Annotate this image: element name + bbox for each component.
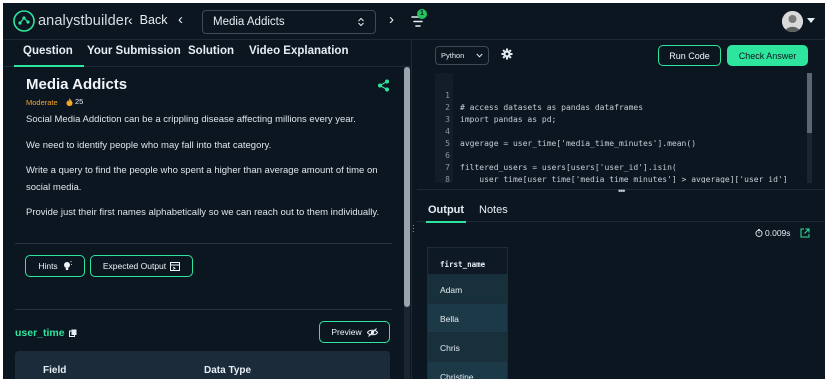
tab-question[interactable]: Question [14, 45, 84, 67]
chevron-down-icon [476, 53, 483, 58]
user-avatar-icon [782, 11, 803, 32]
code-line: 1 # access datasets as pandas dataframes [435, 78, 643, 112]
schema-table-header: Field Data Type [15, 351, 390, 379]
question-paragraph-3: Write a query to find the people who spe… [26, 165, 378, 193]
question-tabs: Question Your Submission Solution Video … [3, 40, 411, 67]
avatar[interactable] [782, 11, 803, 32]
tab-output[interactable]: Output [425, 204, 467, 223]
code-line: 7 user_time[user_time['media_time_minute… [435, 150, 787, 183]
tab-video-explanation[interactable]: Video Explanation [249, 45, 348, 57]
back-label: Back [139, 13, 168, 27]
external-link-icon[interactable] [800, 228, 810, 238]
next-problem-button[interactable]: › [389, 11, 394, 28]
column-header-field: Field [43, 365, 67, 376]
chevron-right-icon: › [389, 11, 394, 28]
question-paragraph-1: Social Media Addiction can be a cripplin… [26, 114, 356, 125]
hints-button[interactable]: Hints [25, 255, 85, 277]
execution-time: 0.009s [755, 228, 791, 238]
avatar-dropdown-icon[interactable] [807, 18, 815, 23]
table-name-label: user_time [15, 327, 65, 339]
column-header-data-type: Data Type [204, 365, 252, 376]
lightbulb-icon [63, 261, 72, 270]
output-table-icon [170, 261, 181, 271]
divider [15, 309, 392, 310]
result-column-header: first_name [427, 247, 508, 275]
preview-label: Preview [331, 327, 362, 337]
share-icon[interactable] [377, 79, 390, 92]
language-select-value: Python [441, 51, 465, 60]
table-row: Adam [427, 275, 508, 304]
difficulty-label: Moderate [26, 98, 58, 107]
question-title: Media Addicts [26, 76, 128, 93]
tab-solution[interactable]: Solution [188, 45, 234, 57]
check-answer-button[interactable]: Check Answer [727, 45, 808, 66]
logo[interactable]: analystbuilder [13, 10, 129, 32]
code-text: # access datasets as pandas dataframes [460, 103, 644, 112]
editor-scrollbar-thumb[interactable] [807, 73, 812, 133]
chevron-left-icon: ‹ [178, 11, 183, 28]
code-line: 8 )] [435, 162, 464, 183]
stopwatch-icon [755, 229, 763, 237]
back-button[interactable]: ‹ Back [128, 12, 167, 28]
problem-select-value: Media Addicts [213, 16, 285, 28]
code-line: 4 avgerage = user_time['media_time_minut… [435, 114, 696, 148]
app-window: analystbuilder ‹ Back ‹ Media Addicts › … [3, 3, 825, 379]
table-row: Chris [427, 333, 508, 362]
code-line: 2 import pandas as pd; [435, 90, 556, 124]
divider [15, 243, 392, 244]
question-paragraph-2: We need to identify people who may fall … [26, 140, 272, 151]
code-line: 9 [435, 174, 464, 183]
hints-label: Hints [38, 261, 58, 271]
likes-count: 25 [66, 97, 83, 106]
table-row: Bella [427, 304, 508, 333]
likes-value: 25 [75, 97, 84, 106]
execution-time-value: 0.009s [765, 228, 791, 238]
table-name: user_time [15, 327, 77, 339]
code-text: import pandas as pd; [460, 115, 557, 124]
code-editor[interactable]: 1 # access datasets as pandas dataframes… [435, 73, 813, 183]
code-line: 3 [435, 102, 464, 124]
flame-icon [66, 97, 73, 106]
preview-button[interactable]: Preview [319, 321, 390, 343]
tab-your-submission[interactable]: Your Submission [87, 45, 181, 57]
gear-icon[interactable] [501, 48, 513, 60]
question-paragraph-4: Provide just their first names alphabeti… [26, 207, 380, 218]
eye-slash-icon [366, 327, 378, 337]
problem-select[interactable]: Media Addicts [202, 10, 376, 34]
table-row: Christine [427, 362, 508, 379]
output-tabs: Output Notes [417, 196, 825, 223]
code-line: 5 [435, 126, 464, 148]
expected-output-button[interactable]: Expected Output [90, 255, 193, 277]
question-scrollbar-thumb[interactable] [404, 67, 410, 307]
code-text: filtered_users = users[users['user_id'].… [460, 163, 677, 172]
run-code-button[interactable]: Run Code [658, 45, 721, 66]
resize-grip-icon[interactable]: ••• [618, 186, 626, 196]
top-bar: analystbuilder ‹ Back ‹ Media Addicts › … [3, 3, 825, 40]
result-table: first_name Adam Bella Chris Christine [427, 247, 508, 379]
previous-problem-button[interactable]: ‹ [178, 11, 183, 28]
code-text: user_time[user_time['media_time_minutes'… [460, 175, 788, 183]
select-arrows-icon [358, 17, 364, 27]
code-text: avgerage = user_time['media_time_minutes… [460, 139, 697, 148]
logo-icon [13, 10, 35, 32]
resize-grip-icon[interactable]: · · · [412, 222, 415, 236]
chevron-left-icon: ‹ [128, 12, 133, 28]
logo-text: analystbuilder [38, 13, 129, 29]
tab-notes[interactable]: Notes [479, 204, 508, 216]
code-line: 6 filtered_users = users[users['user_id'… [435, 138, 677, 172]
notification-badge: 1 [417, 9, 427, 19]
copy-icon[interactable] [68, 329, 77, 337]
language-select[interactable]: Python [435, 46, 489, 65]
expected-output-label: Expected Output [102, 261, 167, 271]
